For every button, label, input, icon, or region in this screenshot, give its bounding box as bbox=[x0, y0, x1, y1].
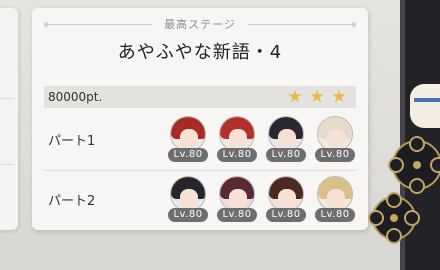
level-badge: Lv.80 bbox=[168, 208, 208, 222]
unit-avatar[interactable]: Lv.80 bbox=[168, 116, 208, 164]
level-badge: Lv.80 bbox=[217, 208, 257, 222]
petal bbox=[409, 136, 425, 152]
unit-avatar[interactable]: Lv.80 bbox=[217, 176, 257, 224]
petal bbox=[386, 192, 402, 208]
ornament-rule-right bbox=[247, 21, 357, 27]
unit-avatar[interactable]: Lv.80 bbox=[168, 176, 208, 224]
petal bbox=[430, 157, 440, 173]
face bbox=[278, 129, 296, 149]
flower-ornament-icon bbox=[368, 192, 420, 244]
petal bbox=[409, 178, 425, 194]
header-label-row: 最高ステージ bbox=[44, 16, 357, 32]
face bbox=[229, 129, 247, 149]
star-icon: ★ bbox=[309, 87, 325, 107]
ornament-rule-left bbox=[44, 21, 153, 27]
petal bbox=[404, 210, 420, 226]
card-header: 最高ステージ あやふやな新語・4 bbox=[32, 8, 368, 78]
flower-ornament-icon bbox=[388, 136, 440, 194]
best-stage-card: 最高ステージ あやふやな新語・4 80000pt. ★ ★ ★ パート1 Lv.… bbox=[32, 8, 368, 230]
stage-title: あやふやな新語・4 bbox=[117, 42, 283, 63]
character-portrait bbox=[170, 116, 206, 152]
divider bbox=[0, 98, 14, 99]
party-label: パート2 bbox=[48, 194, 96, 209]
star-rating: ★ ★ ★ bbox=[286, 87, 348, 107]
face bbox=[180, 129, 198, 149]
character-portrait bbox=[317, 116, 353, 152]
character-portrait bbox=[317, 176, 353, 212]
level-badge: Lv.80 bbox=[315, 148, 355, 162]
character-portrait bbox=[219, 116, 255, 152]
section-label: 最高ステージ bbox=[164, 18, 236, 31]
face bbox=[278, 189, 296, 209]
level-badge: Lv.80 bbox=[266, 148, 306, 162]
mascot-band bbox=[414, 98, 440, 102]
flower-core bbox=[390, 214, 398, 222]
adjacent-card-left[interactable] bbox=[0, 8, 18, 230]
party-row: パート2 Lv.80 Lv.80 Lv.80 Lv.80 bbox=[44, 172, 356, 228]
score-points: 80000pt. bbox=[48, 90, 103, 104]
star-icon: ★ bbox=[287, 87, 303, 107]
character-portrait bbox=[268, 176, 304, 212]
unit-avatar[interactable]: Lv.80 bbox=[266, 116, 306, 164]
petal bbox=[368, 210, 384, 226]
row-divider bbox=[44, 170, 356, 171]
unit-avatar[interactable]: Lv.80 bbox=[315, 176, 355, 224]
character-portrait bbox=[219, 176, 255, 212]
divider bbox=[0, 164, 14, 165]
level-badge: Lv.80 bbox=[315, 208, 355, 222]
unit-list: Lv.80 Lv.80 Lv.80 Lv.80 bbox=[168, 116, 355, 164]
level-badge: Lv.80 bbox=[217, 148, 257, 162]
party-row: パート1 Lv.80 Lv.80 Lv.80 Lv.80 bbox=[44, 112, 356, 168]
unit-avatar[interactable]: Lv.80 bbox=[266, 176, 306, 224]
star-icon: ★ bbox=[331, 87, 347, 107]
character-portrait bbox=[170, 176, 206, 212]
unit-avatar[interactable]: Lv.80 bbox=[217, 116, 257, 164]
face bbox=[327, 129, 345, 149]
unit-list: Lv.80 Lv.80 Lv.80 Lv.80 bbox=[168, 176, 355, 224]
petal bbox=[388, 157, 404, 173]
face bbox=[327, 189, 345, 209]
flower-core bbox=[413, 161, 421, 169]
mascot-icon[interactable] bbox=[410, 84, 440, 128]
face bbox=[229, 189, 247, 209]
level-badge: Lv.80 bbox=[168, 148, 208, 162]
petal bbox=[386, 228, 402, 244]
character-portrait bbox=[268, 116, 304, 152]
party-label: パート1 bbox=[48, 134, 96, 149]
face bbox=[180, 189, 198, 209]
level-badge: Lv.80 bbox=[266, 208, 306, 222]
unit-avatar[interactable]: Lv.80 bbox=[315, 116, 355, 164]
score-bar: 80000pt. ★ ★ ★ bbox=[44, 86, 356, 108]
